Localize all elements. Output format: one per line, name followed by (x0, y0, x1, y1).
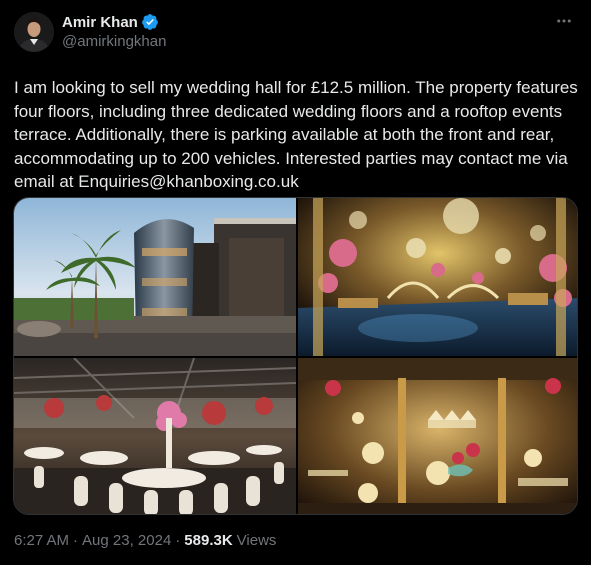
tweet-time[interactable]: 6:27 AM (14, 532, 69, 549)
tweet-date[interactable]: Aug 23, 2024 (82, 532, 171, 549)
photo-banquet-tables[interactable] (14, 358, 296, 514)
author-names: Amir Khan @amirkingkhan (62, 12, 166, 51)
display-name[interactable]: Amir Khan (62, 14, 138, 31)
avatar[interactable] (14, 12, 54, 52)
tweet-card: Amir Khan @amirkingkhan I am looking to … (0, 0, 591, 565)
views-count: 589.3K (184, 532, 233, 549)
name-row: Amir Khan (62, 12, 166, 32)
photo-building-exterior[interactable] (14, 198, 296, 356)
more-horizontal-icon[interactable] (553, 10, 575, 32)
photo-chandelier-floor[interactable] (298, 358, 577, 514)
separator-dot: · (175, 532, 181, 549)
verified-badge-icon[interactable] (141, 13, 159, 31)
tweet-meta: 6:27 AM · Aug 23, 2024 · 589.3K Views (14, 532, 276, 549)
media-grid (13, 197, 578, 515)
tweet-header: Amir Khan @amirkingkhan (14, 12, 575, 56)
views-label: Views (236, 532, 277, 549)
separator-dot: · (73, 532, 79, 549)
tweet-text: I am looking to sell my wedding hall for… (14, 78, 583, 191)
handle[interactable]: @amirkingkhan (62, 33, 166, 50)
photo-wedding-hall-interior[interactable] (298, 198, 577, 356)
